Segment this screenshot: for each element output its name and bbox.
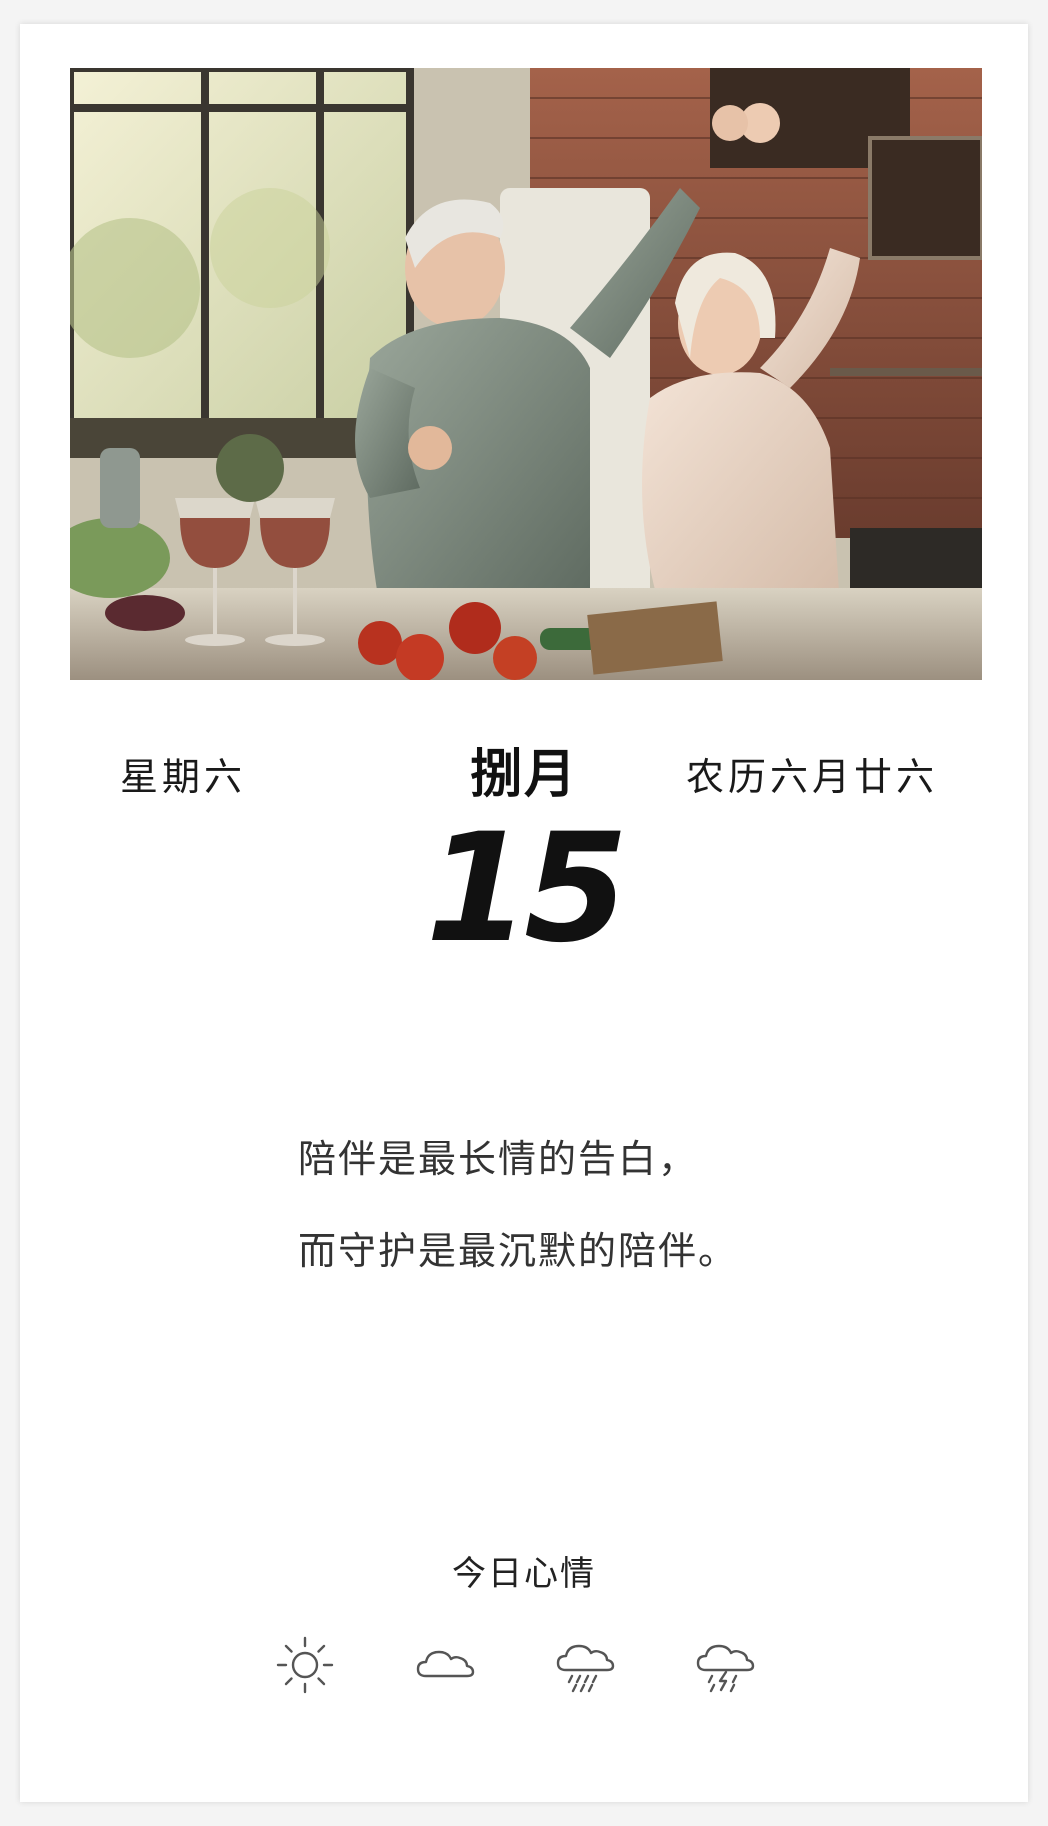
calendar-card: 星期六 捌月 农历六月廿六 15 陪伴是最长情的告白， 而守护是最沉默的陪伴。 … [20,24,1028,1802]
cloud-icon[interactable] [412,1632,478,1698]
thunderstorm-cloud-icon[interactable] [692,1632,758,1698]
lunar-date-label: 农历六月廿六 [685,755,938,799]
mood-options [272,1632,792,1702]
day-number: 15 [425,802,629,976]
sun-icon[interactable] [272,1632,338,1698]
photo-elderly-couple-dancing-in-kitchen [70,68,982,680]
mood-title: 今日心情 [452,1554,596,1594]
rain-cloud-icon[interactable] [552,1632,618,1698]
quote-line-2: 而守护是最沉默的陪伴。 [298,1229,739,1273]
quote-line-1: 陪伴是最长情的告白， [298,1137,699,1181]
